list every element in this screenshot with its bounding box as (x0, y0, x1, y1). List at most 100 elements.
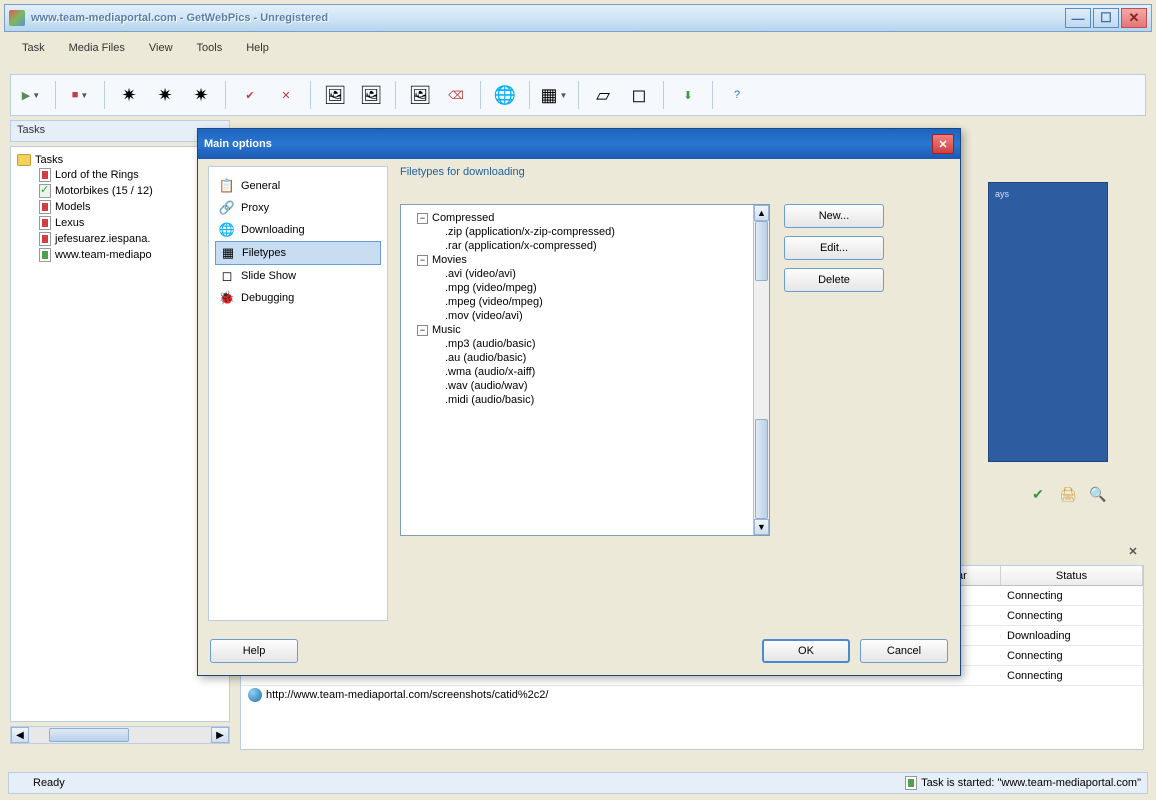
window-title: www.team-mediaportal.com - GetWebPics - … (31, 12, 1065, 24)
delete-button[interactable]: ✕ (270, 79, 302, 111)
options-dialog: Main options ✕ 📋General 🔗Proxy 🌐Download… (197, 128, 961, 676)
slideshow-button[interactable]: ▱ (587, 79, 619, 111)
filetype-ext[interactable]: .midi (audio/basic) (405, 393, 747, 407)
globe-button[interactable]: 🌐 (489, 79, 521, 111)
new-task-button[interactable]: ✷ (113, 79, 145, 111)
separator-icon (55, 81, 56, 109)
new-task2-button[interactable]: ✷ (149, 79, 181, 111)
presentation-button[interactable]: ◻ (623, 79, 655, 111)
tree-item[interactable]: jefesuarez.iespana. (15, 231, 225, 247)
sidebar-item-general[interactable]: 📋General (215, 175, 381, 197)
sidebar-item-filetypes[interactable]: ▦Filetypes (215, 241, 381, 265)
filetype-ext[interactable]: .avi (video/avi) (405, 267, 747, 281)
scroll-left-button[interactable]: ◀ (11, 727, 29, 743)
general-icon: 📋 (219, 178, 235, 194)
new-button[interactable]: New... (784, 204, 884, 228)
maximize-button[interactable]: ☐ (1093, 8, 1119, 28)
filetype-ext[interactable]: .mpg (video/mpeg) (405, 281, 747, 295)
close-pane-button[interactable]: ✕ (1124, 542, 1142, 560)
new-task3-button[interactable]: ✷ (185, 79, 217, 111)
filetype-category[interactable]: −Movies (405, 253, 747, 267)
scroll-right-button[interactable]: ▶ (211, 727, 229, 743)
delete-button[interactable]: Delete (784, 268, 884, 292)
check-icon[interactable]: ✔ (1028, 484, 1048, 504)
tree-item[interactable]: Lexus (15, 215, 225, 231)
expander-icon[interactable]: − (417, 325, 428, 336)
menu-help[interactable]: Help (236, 39, 279, 57)
tree-root[interactable]: Tasks (15, 153, 225, 167)
img-check-button[interactable]: 🖼 (404, 79, 436, 111)
toolbar: ▶▼ ■▼ ✷ ✷ ✷ ✔ ✕ 🖼 🖼 🖼 ⌫ 🌐 ▦▼ ▱ ◻ ⬇ ? (10, 74, 1146, 116)
tree-item[interactable]: Motorbikes (15 / 12) (15, 183, 225, 199)
separator-icon (225, 81, 226, 109)
filetype-category[interactable]: −Music (405, 323, 747, 337)
statusbar: Ready Task is started: "www.team-mediapo… (8, 772, 1148, 794)
file-icon (39, 168, 51, 182)
menu-tools[interactable]: Tools (187, 39, 233, 57)
help-button[interactable]: Help (210, 639, 298, 663)
filetype-ext[interactable]: .mpeg (video/mpeg) (405, 295, 747, 309)
filetype-ext[interactable]: .mp3 (audio/basic) (405, 337, 747, 351)
menu-mediafiles[interactable]: Media Files (59, 39, 135, 57)
dialog-footer: Help OK Cancel (210, 639, 948, 663)
main-titlebar: www.team-mediaportal.com - GetWebPics - … (4, 4, 1152, 32)
play-button[interactable]: ▶▼ (15, 79, 47, 111)
filetype-category[interactable]: −Compressed (405, 211, 747, 225)
stop-button[interactable]: ■▼ (64, 79, 96, 111)
menu-task[interactable]: Task (12, 39, 55, 57)
filetype-ext[interactable]: .zip (application/x-zip-compressed) (405, 225, 747, 239)
filetype-ext[interactable]: .wma (audio/x-aiff) (405, 365, 747, 379)
tree-root-label: Tasks (35, 154, 63, 166)
close-button[interactable]: ✕ (1121, 8, 1147, 28)
separator-icon (104, 81, 105, 109)
filetype-ext[interactable]: .mov (video/avi) (405, 309, 747, 323)
scroll-down-button[interactable]: ▼ (754, 519, 769, 535)
separator-icon (578, 81, 579, 109)
dialog-close-button[interactable]: ✕ (932, 134, 954, 154)
zoom-icon[interactable]: 🔍 (1088, 484, 1108, 504)
menubar: Task Media Files View Tools Help (12, 36, 1144, 60)
url-text: http://www.team-mediaportal.com/screensh… (266, 689, 548, 701)
preview-panel: ays (988, 182, 1108, 462)
sidebar-item-downloading[interactable]: 🌐Downloading (215, 219, 381, 241)
sidebar-item-debugging[interactable]: 🐞Debugging (215, 287, 381, 309)
menu-view[interactable]: View (139, 39, 183, 57)
image2-button[interactable]: 🖼 (355, 79, 387, 111)
ok-button[interactable]: OK (762, 639, 850, 663)
expander-icon[interactable]: − (417, 255, 428, 266)
file-icon (39, 216, 51, 230)
image-button[interactable]: 🖼 (319, 79, 351, 111)
filetypes-icon: ▦ (220, 245, 236, 261)
tree-item[interactable]: Models (15, 199, 225, 215)
col-status[interactable]: Status (1001, 566, 1143, 585)
separator-icon (310, 81, 311, 109)
section-title: Filetypes for downloading (400, 166, 950, 178)
minimize-button[interactable]: — (1065, 8, 1091, 28)
filetype-ext[interactable]: .rar (application/x-compressed) (405, 239, 747, 253)
tree-item[interactable]: www.team-mediapo (15, 247, 225, 263)
separator-icon (529, 81, 530, 109)
filetype-ext[interactable]: .au (audio/basic) (405, 351, 747, 365)
scroll-up-button[interactable]: ▲ (754, 205, 769, 221)
filetype-ext[interactable]: .wav (audio/wav) (405, 379, 747, 393)
separator-icon (480, 81, 481, 109)
file-icon (39, 184, 51, 198)
img-delete-button[interactable]: ⌫ (440, 79, 472, 111)
debug-icon: 🐞 (219, 290, 235, 306)
tree-item[interactable]: Lord of the Rings (15, 167, 225, 183)
scroll-thumb-2[interactable] (755, 419, 768, 519)
expander-icon[interactable]: − (417, 213, 428, 224)
scroll-thumb[interactable] (755, 221, 768, 281)
print-icon[interactable]: 🖨 (1058, 484, 1078, 504)
cancel-button[interactable]: Cancel (860, 639, 948, 663)
download-button[interactable]: ⬇ (672, 79, 704, 111)
sidebar-item-proxy[interactable]: 🔗Proxy (215, 197, 381, 219)
globe-icon (248, 688, 262, 702)
help-button[interactable]: ? (721, 79, 753, 111)
grid-button[interactable]: ▦▼ (538, 79, 570, 111)
sidebar-item-slideshow[interactable]: ◻Slide Show (215, 265, 381, 287)
scroll-thumb[interactable] (49, 728, 129, 742)
check-button[interactable]: ✔ (234, 79, 266, 111)
edit-button[interactable]: Edit... (784, 236, 884, 260)
preview-text: ays (989, 183, 1107, 205)
